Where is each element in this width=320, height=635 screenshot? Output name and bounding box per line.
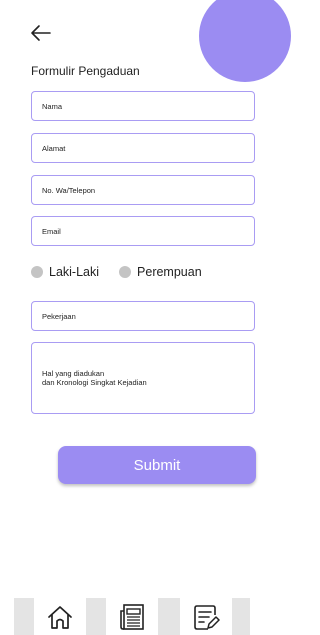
radio-laki-laki[interactable]: Laki-Laki (31, 265, 99, 279)
complaint-textarea[interactable]: Hal yang diadukan dan Kronologi Singkat … (31, 342, 255, 414)
nama-field[interactable]: Nama (31, 91, 255, 121)
complaint-placeholder-line2: dan Kronologi Singkat Kejadian (42, 378, 147, 387)
complaint-placeholder: Hal yang diadukan dan Kronologi Singkat … (42, 369, 147, 387)
page-title: Formulir Pengaduan (31, 64, 140, 78)
radio-circle[interactable] (119, 266, 132, 278)
pekerjaan-placeholder: Pekerjaan (42, 311, 76, 321)
radio-label-perempuan: Perempuan (137, 265, 202, 279)
alamat-field[interactable]: Alamat (31, 133, 255, 163)
phone-placeholder: No. Wa/Telepon (42, 185, 96, 195)
complaint-placeholder-line1: Hal yang diadukan (42, 369, 105, 378)
nav-edit[interactable] (180, 598, 232, 635)
news-icon (120, 603, 144, 630)
email-placeholder: Email (42, 226, 61, 236)
gender-radio-group: Laki-Laki Perempuan (31, 263, 202, 281)
corner-decoration (199, 0, 291, 82)
nav-news[interactable] (106, 598, 158, 635)
phone-field[interactable]: No. Wa/Telepon (31, 175, 255, 205)
arrow-left-icon (31, 25, 51, 41)
email-field[interactable]: Email (31, 216, 255, 246)
edit-note-icon (194, 604, 220, 630)
radio-circle[interactable] (31, 266, 43, 278)
home-icon (48, 605, 72, 629)
radio-perempuan[interactable]: Perempuan (119, 265, 202, 279)
bottom-nav (14, 598, 250, 635)
back-button[interactable] (30, 22, 52, 44)
nama-placeholder: Nama (42, 101, 63, 111)
pekerjaan-field[interactable]: Pekerjaan (31, 301, 255, 331)
alamat-placeholder: Alamat (42, 143, 66, 153)
nav-home[interactable] (34, 598, 86, 635)
submit-button[interactable]: Submit (58, 446, 256, 484)
radio-label-laki-laki: Laki-Laki (49, 265, 100, 279)
